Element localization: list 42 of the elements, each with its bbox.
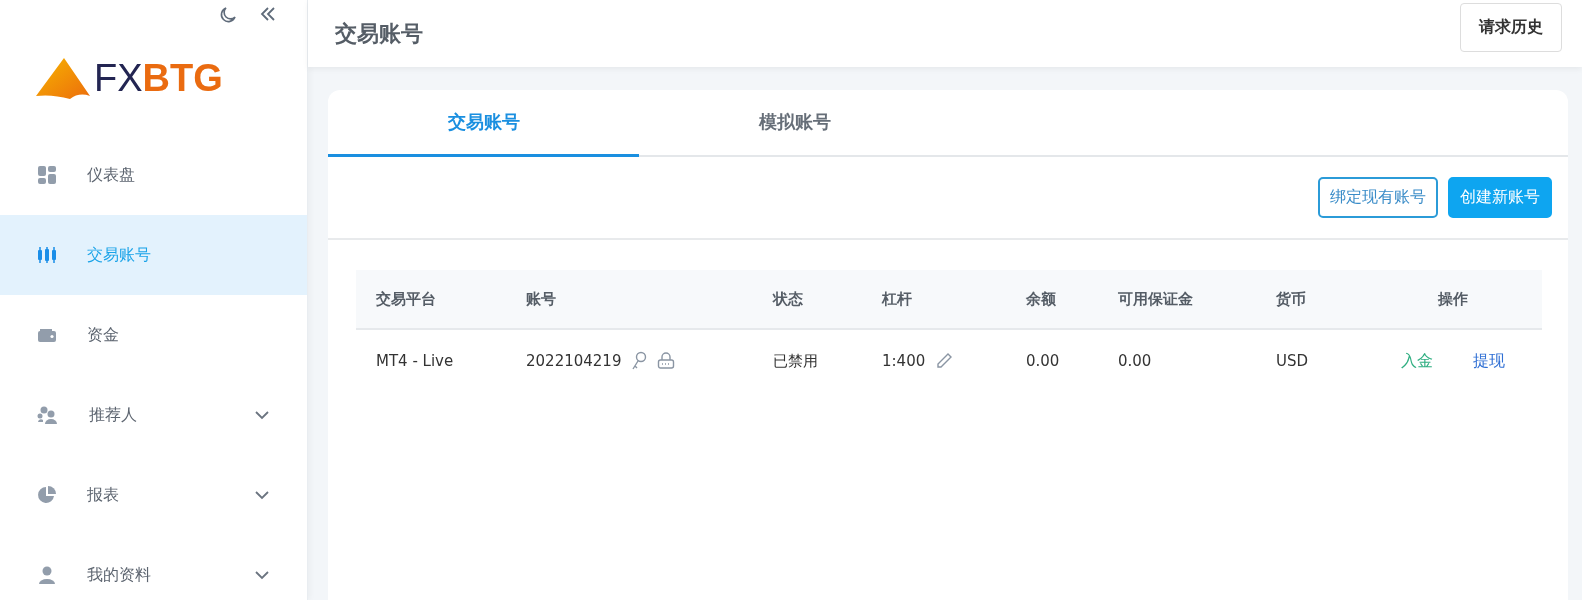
create-account-button[interactable]: 创建新账号	[1448, 177, 1552, 218]
sidebar-item[interactable]: 报表	[0, 455, 307, 535]
column-header: 杠杆	[882, 289, 913, 309]
deposit-link[interactable]: 入金	[1400, 350, 1433, 372]
chevron-down-icon	[255, 410, 269, 420]
column-header: 货币	[1276, 289, 1307, 309]
collapse-icon[interactable]	[259, 6, 277, 22]
sidebar-item[interactable]: 我的资料	[0, 535, 307, 600]
column-header: 可用保证金	[1118, 289, 1194, 309]
table-cell-text: MT4 - Live	[376, 352, 455, 370]
withdraw-link[interactable]: 提现	[1472, 350, 1505, 372]
sidebar-item[interactable]: 资金	[0, 295, 307, 375]
request-history-button[interactable]: 请求历史	[1460, 3, 1562, 52]
logo-wordmark: FXBTG	[94, 56, 223, 100]
column-header: 交易平台	[376, 289, 437, 309]
tab[interactable]: 模拟账号	[639, 90, 950, 157]
column-header: 账号	[526, 289, 557, 309]
sidebar-item[interactable]: 推荐人	[0, 375, 307, 455]
chevron-down-icon	[255, 570, 269, 580]
key-icon[interactable]	[631, 351, 648, 371]
page-title: 交易账号	[335, 19, 423, 48]
candlestick-icon	[37, 245, 57, 265]
column-header: 操作	[1436, 289, 1469, 309]
table-cell-text: 0.00	[1026, 352, 1061, 370]
moon-icon[interactable]	[219, 6, 237, 24]
pie-chart-icon	[37, 485, 57, 505]
table-cell: 2022104219	[526, 352, 622, 370]
logo-triangle-icon	[34, 56, 92, 100]
chevron-down-icon	[255, 490, 269, 500]
table-cell-text: 已禁用	[773, 351, 819, 371]
sidebar-item[interactable]: 仪表盘	[0, 135, 307, 215]
column-header: 状态	[773, 289, 804, 309]
table-cell-text: USD	[1276, 352, 1310, 370]
pencil-icon[interactable]	[935, 352, 954, 370]
grid-icon	[37, 165, 57, 185]
column-header: 余额	[1026, 289, 1057, 309]
user-icon	[37, 565, 57, 585]
bind-account-button[interactable]: 绑定现有账号	[1318, 177, 1438, 218]
people-icon	[37, 405, 59, 425]
tab[interactable]: 交易账号	[328, 90, 639, 157]
table-cell: 1:400	[882, 352, 926, 370]
table-cell-text: 0.00	[1118, 352, 1153, 370]
